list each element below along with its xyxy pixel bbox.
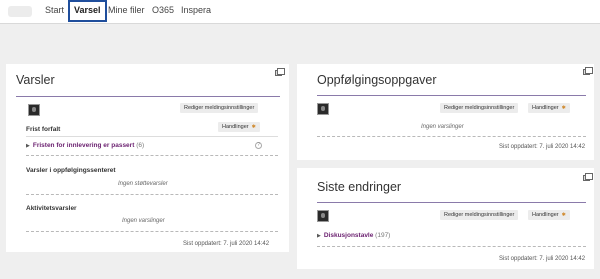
user-avatar bbox=[317, 103, 329, 115]
edit-notification-settings-button[interactable]: Rediger meldingsinnstillinger bbox=[440, 103, 519, 113]
empty-message: Ingen varslinger bbox=[421, 124, 464, 130]
empty-message: Ingen varslinger bbox=[122, 218, 165, 224]
section-label-oppfolging: Varsler i oppfølgingssenteret bbox=[26, 167, 116, 174]
endringer-panel: Siste endringer Rediger meldingsinnstill… bbox=[297, 168, 594, 269]
actions-button[interactable]: Handlinger ✱ bbox=[528, 210, 570, 220]
maximize-window-icon[interactable] bbox=[583, 67, 593, 75]
caret-down-icon: ✱ bbox=[251, 124, 256, 130]
nav-item-varsel[interactable]: Varsel bbox=[68, 0, 107, 22]
oppgaver-panel: Oppfølgingsoppgaver Rediger meldingsinns… bbox=[297, 64, 594, 160]
nav-item-inspera[interactable]: Inspera bbox=[181, 5, 211, 15]
actions-label: Handlinger bbox=[532, 105, 559, 111]
title-underline bbox=[317, 95, 586, 96]
triangle-right-icon[interactable]: ▶ bbox=[26, 143, 30, 149]
dashed-divider bbox=[26, 231, 278, 232]
triangle-right-icon[interactable]: ▶ bbox=[317, 233, 321, 239]
actions-label: Handlinger bbox=[222, 124, 249, 130]
empty-message: Ingen støttevarsler bbox=[118, 181, 168, 187]
diskusjon-link[interactable]: Diskusjonstavle bbox=[324, 232, 374, 239]
dashed-divider bbox=[26, 155, 278, 156]
panel-title: Siste endringer bbox=[317, 180, 402, 194]
maximize-window-icon[interactable] bbox=[275, 68, 285, 76]
frist-link[interactable]: Fristen for innlevering er passert bbox=[33, 142, 135, 149]
diskusjon-count: (197) bbox=[375, 232, 391, 239]
section-label-aktivitet: Aktivitetsvarsler bbox=[26, 205, 77, 212]
title-underline bbox=[317, 202, 586, 203]
actions-button[interactable]: Handlinger ✱ bbox=[528, 103, 570, 113]
divider bbox=[26, 136, 278, 137]
nav-item-start[interactable]: Start bbox=[45, 5, 64, 15]
dashed-divider bbox=[26, 194, 278, 195]
caret-down-icon: ✱ bbox=[561, 105, 566, 111]
diskusjon-item: ▶ Diskusjonstavle (197) bbox=[317, 232, 390, 239]
caret-down-icon: ✱ bbox=[561, 212, 566, 218]
panel-title: Varsler bbox=[16, 73, 55, 87]
edit-notification-settings-button[interactable]: Rediger meldingsinnstillinger bbox=[180, 103, 259, 113]
institution-logo[interactable] bbox=[8, 6, 32, 17]
user-avatar bbox=[28, 104, 40, 116]
actions-label: Handlinger bbox=[532, 212, 559, 218]
dashed-divider bbox=[317, 136, 586, 137]
title-underline bbox=[16, 96, 280, 97]
frist-count: (6) bbox=[136, 142, 145, 149]
last-updated: Sist oppdatert: 7. juli 2020 14:42 bbox=[499, 144, 586, 150]
maximize-window-icon[interactable] bbox=[583, 173, 593, 181]
frist-item: ▶ Fristen for innlevering er passert (6) bbox=[26, 142, 144, 149]
varsler-panel: Varsler Rediger meldingsinnstillinger Ha… bbox=[6, 64, 289, 252]
actions-button[interactable]: Handlinger ✱ bbox=[218, 122, 260, 132]
dashed-divider bbox=[317, 246, 586, 247]
section-label-frist: Frist forfalt bbox=[26, 126, 61, 133]
last-updated: Sist oppdatert: 7. juli 2020 14:42 bbox=[499, 256, 586, 262]
nav-item-mine-filer[interactable]: Mine filer bbox=[108, 5, 145, 15]
edit-notification-settings-button[interactable]: Rediger meldingsinnstillinger bbox=[440, 210, 519, 220]
user-avatar bbox=[317, 210, 329, 222]
last-updated: Sist oppdatert: 7. juli 2020 14:42 bbox=[183, 241, 270, 247]
nav-item-o365[interactable]: O365 bbox=[152, 5, 174, 15]
help-icon[interactable]: ? bbox=[255, 142, 262, 149]
panel-title: Oppfølgingsoppgaver bbox=[317, 73, 437, 87]
top-navigation: Start Varsel Mine filer O365 Inspera bbox=[0, 0, 600, 24]
